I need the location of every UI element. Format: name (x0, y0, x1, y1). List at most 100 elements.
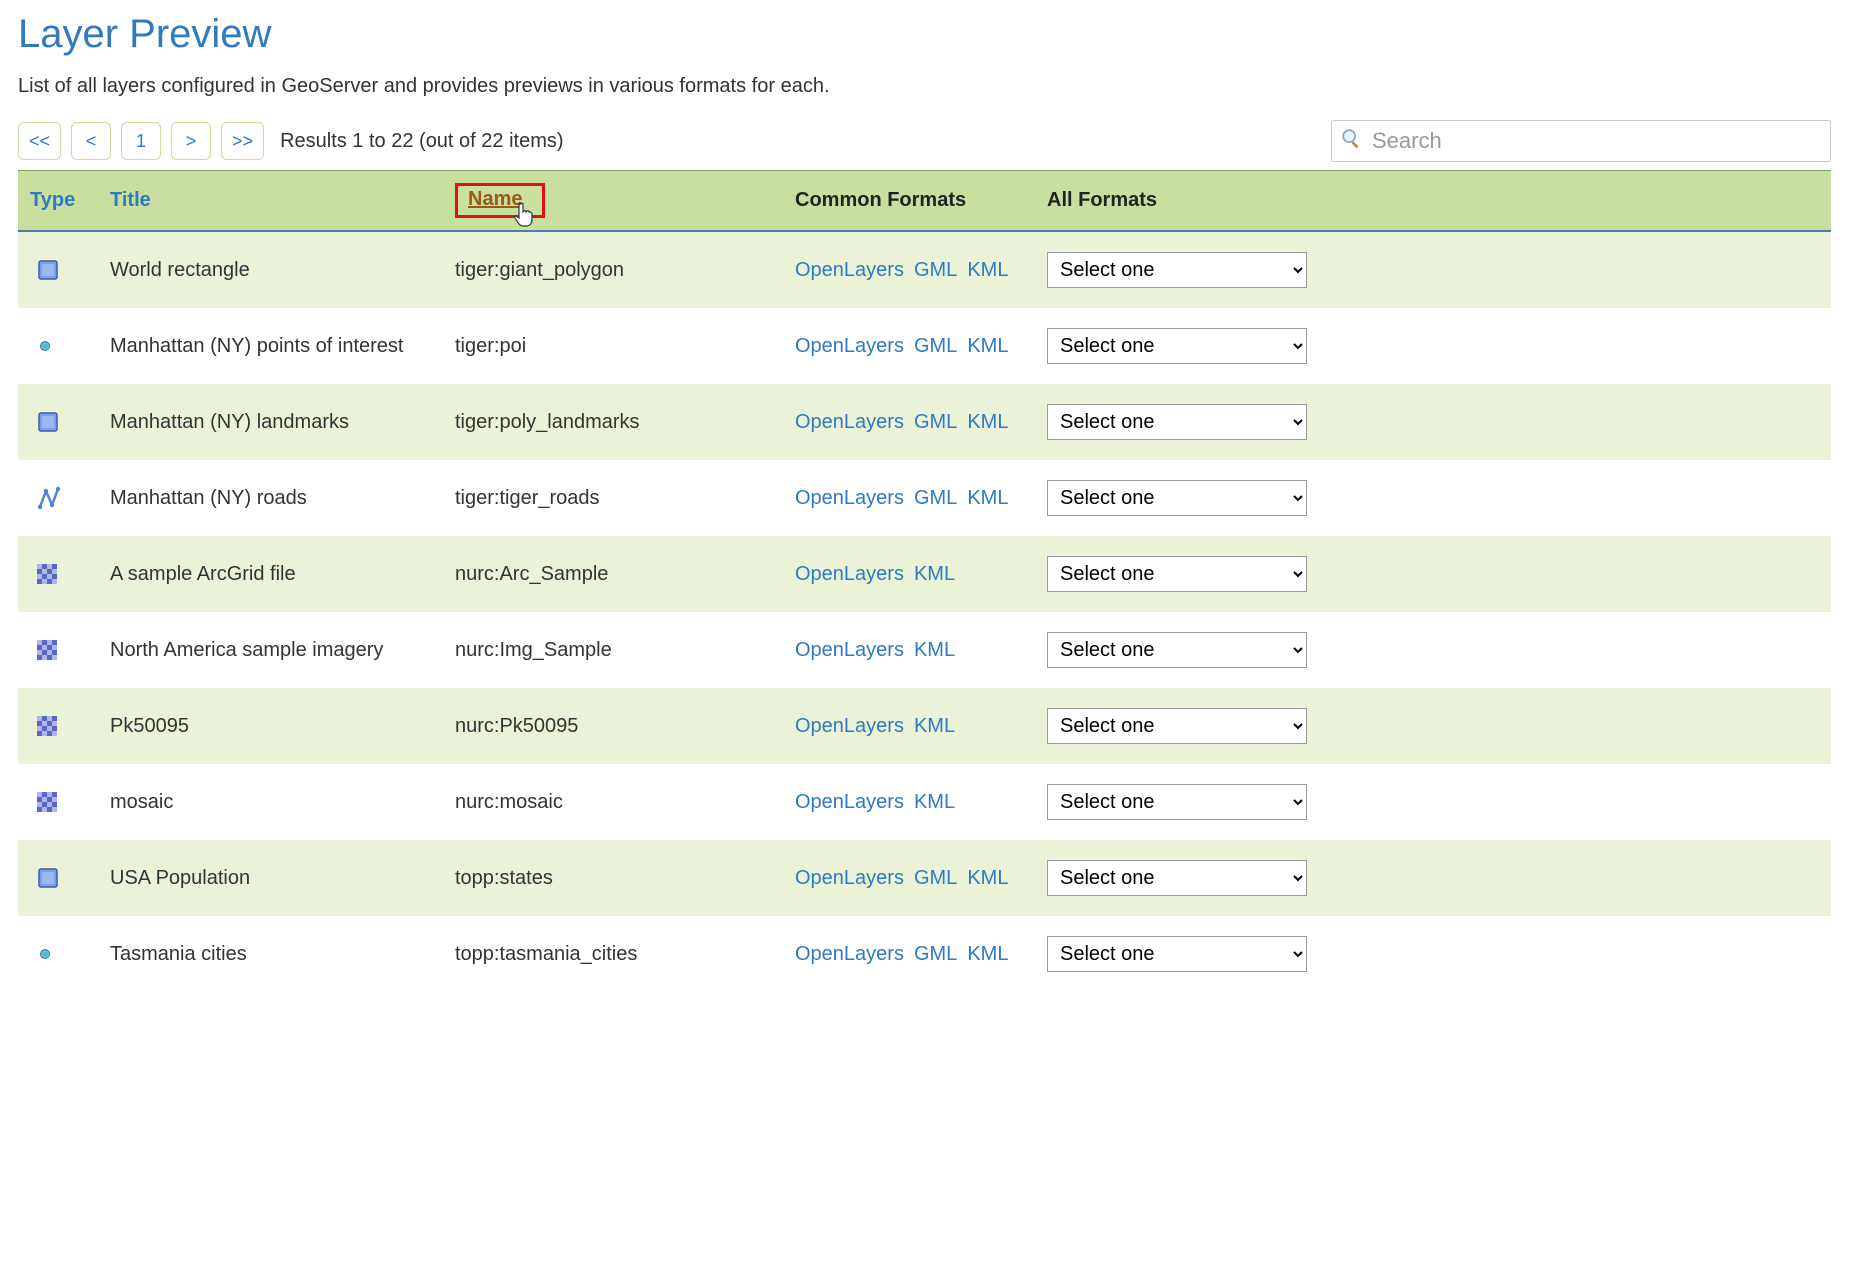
table-row: North America sample imagerynurc:Img_Sam… (18, 612, 1831, 688)
openlayers-link[interactable]: OpenLayers (795, 867, 904, 889)
kml-link[interactable]: KML (914, 715, 955, 737)
kml-link[interactable]: KML (967, 867, 1008, 889)
layer-name: nurc:Pk50095 (443, 688, 783, 764)
openlayers-link[interactable]: OpenLayers (795, 791, 904, 813)
kml-link[interactable]: KML (967, 335, 1008, 357)
common-formats-cell: OpenLayers KML (783, 764, 1035, 840)
page-title: Layer Preview (18, 12, 1831, 57)
pager-last-button[interactable]: >> (221, 122, 264, 160)
openlayers-link[interactable]: OpenLayers (795, 259, 904, 281)
all-formats-select[interactable]: Select one (1047, 708, 1307, 744)
col-header-common-formats: Common Formats (783, 171, 1035, 232)
all-formats-select[interactable]: Select one (1047, 632, 1307, 668)
search-field-wrap[interactable] (1331, 120, 1831, 162)
all-formats-select[interactable]: Select one (1047, 936, 1307, 972)
raster-icon (36, 563, 88, 585)
all-formats-cell: Select one (1035, 916, 1831, 992)
gml-link[interactable]: GML (914, 335, 957, 357)
layer-title: Manhattan (NY) landmarks (98, 384, 443, 460)
table-row: A sample ArcGrid filenurc:Arc_SampleOpen… (18, 536, 1831, 612)
pager-current-page[interactable]: 1 (121, 122, 161, 160)
all-formats-select[interactable]: Select one (1047, 860, 1307, 896)
layer-title: Pk50095 (98, 688, 443, 764)
raster-icon (36, 791, 88, 813)
layer-title: A sample ArcGrid file (98, 536, 443, 612)
kml-link[interactable]: KML (914, 639, 955, 661)
kml-link[interactable]: KML (914, 791, 955, 813)
common-formats-cell: OpenLayers KML (783, 612, 1035, 688)
layer-type-cell (18, 764, 98, 840)
all-formats-select[interactable]: Select one (1047, 480, 1307, 516)
openlayers-link[interactable]: OpenLayers (795, 715, 904, 737)
layer-type-cell (18, 688, 98, 764)
col-header-type-label: Type (30, 189, 75, 211)
openlayers-link[interactable]: OpenLayers (795, 487, 904, 509)
all-formats-cell: Select one (1035, 536, 1831, 612)
kml-link[interactable]: KML (967, 259, 1008, 281)
layer-type-cell (18, 308, 98, 384)
raster-icon (36, 639, 88, 661)
polygon-icon (36, 866, 88, 890)
table-row: Pk50095nurc:Pk50095 OpenLayers KML Select o… (18, 688, 1831, 764)
openlayers-link[interactable]: OpenLayers (795, 943, 904, 965)
all-formats-cell: Select one (1035, 308, 1831, 384)
col-header-name-sort-link[interactable]: Name (468, 188, 522, 210)
col-header-title[interactable]: Title (98, 171, 443, 232)
common-formats-cell: OpenLayers KML (783, 536, 1035, 612)
pager-next-button[interactable]: > (171, 122, 211, 160)
common-formats-cell: OpenLayers GML KML (783, 460, 1035, 536)
all-formats-select[interactable]: Select one (1047, 404, 1307, 440)
all-formats-select[interactable]: Select one (1047, 784, 1307, 820)
gml-link[interactable]: GML (914, 943, 957, 965)
openlayers-link[interactable]: OpenLayers (795, 639, 904, 661)
search-icon (1340, 127, 1362, 155)
kml-link[interactable]: KML (967, 411, 1008, 433)
gml-link[interactable]: GML (914, 411, 957, 433)
layer-name: topp:states (443, 840, 783, 916)
all-formats-select[interactable]: Select one (1047, 556, 1307, 592)
layer-type-cell (18, 231, 98, 308)
all-formats-cell: Select one (1035, 840, 1831, 916)
openlayers-link[interactable]: OpenLayers (795, 335, 904, 357)
all-formats-select[interactable]: Select one (1047, 328, 1307, 364)
polygon-icon (36, 258, 88, 282)
common-formats-cell: OpenLayers GML KML (783, 308, 1035, 384)
pager-first-button[interactable]: << (18, 122, 61, 160)
kml-link[interactable]: KML (967, 487, 1008, 509)
layer-name: topp:tasmania_cities (443, 916, 783, 992)
kml-link[interactable]: KML (914, 563, 955, 585)
kml-link[interactable]: KML (967, 943, 1008, 965)
search-input[interactable] (1370, 127, 1822, 155)
all-formats-cell: Select one (1035, 688, 1831, 764)
common-formats-cell: OpenLayers KML (783, 688, 1035, 764)
gml-link[interactable]: GML (914, 867, 957, 889)
common-formats-cell: OpenLayers GML KML (783, 916, 1035, 992)
table-row: Manhattan (NY) landmarkstiger:poly_landm… (18, 384, 1831, 460)
layer-type-cell (18, 916, 98, 992)
layer-type-cell (18, 384, 98, 460)
common-formats-cell: OpenLayers GML KML (783, 840, 1035, 916)
openlayers-link[interactable]: OpenLayers (795, 411, 904, 433)
all-formats-select[interactable]: Select one (1047, 252, 1307, 288)
layer-name: tiger:giant_polygon (443, 231, 783, 308)
layer-name: tiger:tiger_roads (443, 460, 783, 536)
col-header-all-formats: All Formats (1035, 171, 1831, 232)
page-subtitle: List of all layers configured in GeoServ… (18, 75, 1831, 98)
openlayers-link[interactable]: OpenLayers (795, 563, 904, 585)
all-formats-cell: Select one (1035, 460, 1831, 536)
pager-prev-button[interactable]: < (71, 122, 111, 160)
layer-type-cell (18, 460, 98, 536)
gml-link[interactable]: GML (914, 259, 957, 281)
layer-title: Manhattan (NY) points of interest (98, 308, 443, 384)
table-row: World rectangletiger:giant_polygon OpenLa… (18, 231, 1831, 308)
all-formats-cell: Select one (1035, 231, 1831, 308)
common-formats-cell: OpenLayers GML KML (783, 384, 1035, 460)
layer-title: World rectangle (98, 231, 443, 308)
all-formats-cell: Select one (1035, 764, 1831, 840)
col-header-type[interactable]: Type (18, 171, 98, 232)
layers-table: Type Title Name Com (18, 170, 1831, 992)
col-header-name[interactable]: Name (443, 171, 783, 232)
table-row: Manhattan (NY) points of interesttiger:p… (18, 308, 1831, 384)
polygon-icon (36, 410, 88, 434)
gml-link[interactable]: GML (914, 487, 957, 509)
